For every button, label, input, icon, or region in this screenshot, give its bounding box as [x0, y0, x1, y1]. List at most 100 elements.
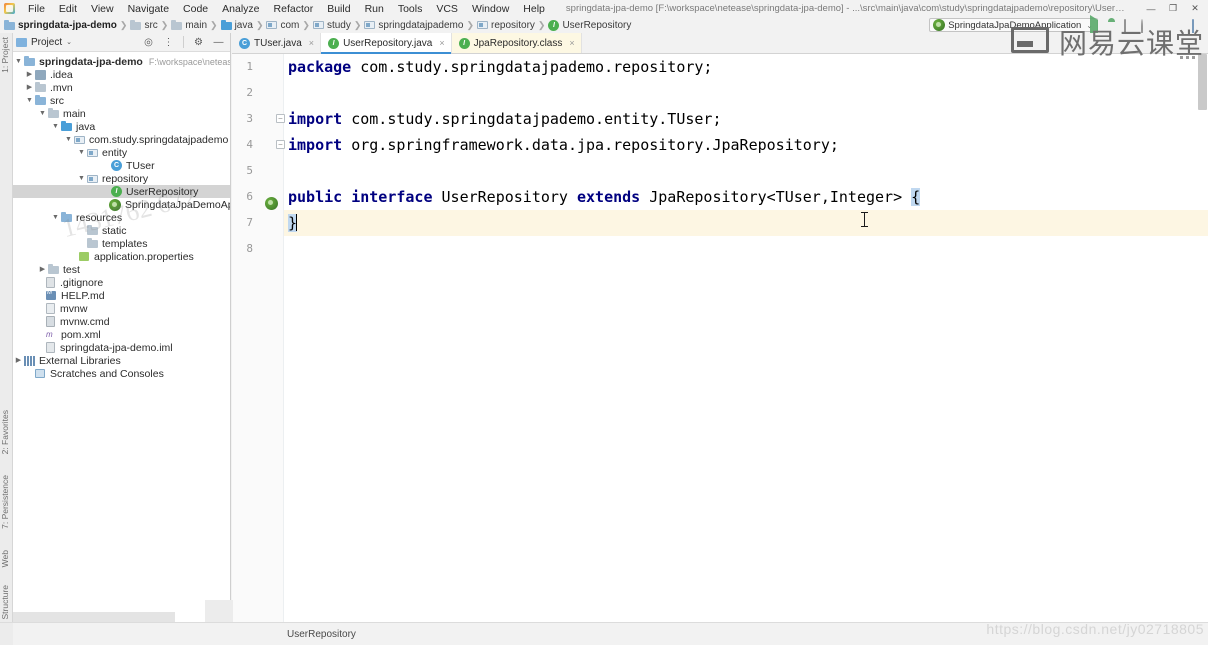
tree-node-test[interactable]: ▶ test	[13, 263, 230, 276]
status-text: UserRepository	[287, 628, 356, 640]
menu-help[interactable]: Help	[516, 2, 552, 16]
spring-bean-icon[interactable]	[265, 197, 278, 210]
menu-edit[interactable]: Edit	[52, 2, 84, 16]
tree-node-iml[interactable]: ▶ springdata-jpa-demo.iml	[13, 341, 230, 354]
tree-node-springdatajpademoapplication[interactable]: ▶ SpringdataJpaDemoApplication	[13, 198, 230, 211]
tree-node-java[interactable]: ▼ java	[13, 120, 230, 133]
tree-node-main[interactable]: ▼ main	[13, 107, 230, 120]
tree-node-tuser[interactable]: ▶ C TUser	[13, 159, 230, 172]
menu-analyze[interactable]: Analyze	[215, 2, 266, 16]
menu-refactor[interactable]: Refactor	[267, 2, 321, 16]
tree-node-label: java	[76, 120, 96, 133]
tree-node-entity[interactable]: ▼ entity	[13, 146, 230, 159]
no-chevron-icon: ▶	[100, 185, 111, 198]
tree-node-mvn[interactable]: ▶ .mvn	[13, 81, 230, 94]
tree-node-application-properties[interactable]: ▶ application.properties	[13, 250, 230, 263]
chevron-down-icon[interactable]: ▼	[50, 211, 61, 224]
expand-collapse-icon[interactable]: ⋮	[163, 37, 174, 48]
tree-node-userrepository[interactable]: ▶ I UserRepository	[13, 185, 230, 198]
tool-window-tab-favorites[interactable]: 2: Favorites	[0, 408, 13, 456]
settings-gear-icon[interactable]: ⚙	[193, 37, 204, 48]
run-icon[interactable]	[1090, 14, 1101, 42]
chevron-right-icon[interactable]: ▶	[37, 263, 48, 276]
tree-node-external-libraries[interactable]: ▶ External Libraries	[13, 354, 230, 367]
chevron-right-icon[interactable]: ▶	[13, 354, 24, 367]
tree-node-src[interactable]: ▼ src	[13, 94, 230, 107]
scrollbar-thumb[interactable]	[1198, 54, 1207, 110]
chevron-down-icon[interactable]: ▼	[76, 146, 87, 159]
menu-build[interactable]: Build	[320, 2, 357, 16]
gitignore-file-icon	[46, 277, 56, 288]
profile-icon[interactable]	[1141, 18, 1152, 38]
maximize-button[interactable]: ❐	[1162, 1, 1184, 16]
tree-node-path: F:\workspace\netease\spring	[148, 56, 230, 67]
editor-tab-label: TUser.java	[254, 37, 302, 49]
maven-xml-icon: m	[46, 330, 53, 339]
tree-node-label: TUser	[126, 159, 155, 172]
menu-run[interactable]: Run	[358, 2, 391, 16]
tree-node-idea[interactable]: ▶ .idea	[13, 68, 230, 81]
hide-icon[interactable]: —	[213, 37, 224, 48]
package-icon	[87, 174, 98, 184]
chevron-down-icon[interactable]: ▼	[13, 55, 24, 68]
menu-window[interactable]: Window	[465, 2, 516, 16]
menu-tools[interactable]: Tools	[391, 2, 430, 16]
menu-code[interactable]: Code	[176, 2, 215, 16]
tree-node-mvnw-cmd[interactable]: ▶ mvnw.cmd	[13, 315, 230, 328]
tree-node-module[interactable]: ▼ springdata-jpa-demo F:\workspace\netea…	[13, 55, 230, 68]
chevron-right-icon[interactable]: ▶	[24, 68, 35, 81]
tree-node-pom-xml[interactable]: ▶ m pom.xml	[13, 328, 230, 341]
chevron-down-icon[interactable]: ▼	[63, 133, 74, 146]
close-button[interactable]: ✕	[1184, 1, 1206, 16]
tree-node-help-md[interactable]: ▶ HELP.md	[13, 289, 230, 302]
close-icon[interactable]: ×	[439, 38, 444, 48]
tool-window-tab-web[interactable]: Web	[0, 548, 13, 569]
marker[interactable]	[1192, 56, 1195, 59]
editor-gutter[interactable]: 1 2 3 4 5 6 7 8 – –	[232, 54, 285, 622]
search-everywhere-icon[interactable]	[1192, 18, 1203, 38]
tree-node-resources[interactable]: ▼ resources	[13, 211, 230, 224]
window-controls: — ❐ ✕	[1140, 0, 1206, 17]
line-number: 5	[246, 164, 253, 177]
tree-node-repository[interactable]: ▼ repository	[13, 172, 230, 185]
tool-window-tab-project[interactable]: 1: Project	[0, 35, 13, 75]
minimize-button[interactable]: —	[1140, 1, 1162, 16]
collapse-all-icon[interactable]: ◎	[143, 37, 154, 48]
run-toolbar-icons	[1090, 14, 1203, 42]
interface-icon: I	[111, 186, 122, 197]
no-chevron-icon: ▶	[24, 367, 35, 380]
menu-view[interactable]: View	[84, 2, 121, 16]
chevron-right-icon[interactable]: ▶	[24, 81, 35, 94]
build-icon[interactable]	[1175, 20, 1186, 31]
debug-icon[interactable]	[1107, 20, 1118, 31]
editor-vertical-scrollbar[interactable]	[1196, 54, 1208, 622]
tree-node-scratches-and-consoles[interactable]: ▶ Scratches and Consoles	[13, 367, 230, 380]
code-text[interactable]: package com.study.springdatajpademo.repo…	[284, 54, 1208, 622]
tree-node-gitignore[interactable]: ▶ .gitignore	[13, 276, 230, 289]
close-icon[interactable]: ×	[309, 38, 314, 48]
interface-decompiled-icon: I	[458, 37, 470, 49]
marker[interactable]	[1180, 56, 1183, 59]
menu-navigate[interactable]: Navigate	[121, 2, 176, 16]
editor-tab-userrepository-java[interactable]: I UserRepository.java ×	[321, 33, 452, 54]
tree-node-static[interactable]: ▶ static	[13, 224, 230, 237]
run-configuration-selector[interactable]: SpringdataJpaDemoApplication ⌄	[929, 18, 1098, 32]
editor-tab-tuser-java[interactable]: C TUser.java ×	[232, 33, 322, 53]
stop-icon[interactable]	[1158, 20, 1169, 31]
chevron-down-icon[interactable]: ▼	[76, 172, 87, 185]
menu-vcs[interactable]: VCS	[429, 2, 465, 16]
tree-node-templates[interactable]: ▶ templates	[13, 237, 230, 250]
close-icon[interactable]: ×	[569, 38, 574, 48]
chevron-down-icon[interactable]: ▼	[50, 120, 61, 133]
marker[interactable]	[1186, 56, 1189, 59]
menu-file[interactable]: File	[21, 2, 52, 16]
editor-tab-jparepository-class[interactable]: I JpaRepository.class ×	[451, 33, 582, 53]
spring-boot-icon	[933, 19, 946, 31]
tool-window-tab-persistence[interactable]: 7: Persistence	[0, 473, 13, 531]
chevron-down-icon[interactable]: ▼	[37, 107, 48, 120]
run-with-coverage-icon[interactable]	[1124, 18, 1135, 38]
chevron-down-icon[interactable]: ▼	[24, 94, 35, 107]
code-editor[interactable]: 1 2 3 4 5 6 7 8 – – package com.study.sp…	[232, 54, 1208, 622]
tree-node-mvnw[interactable]: ▶ mvnw	[13, 302, 230, 315]
tree-node-package-root[interactable]: ▼ com.study.springdatajpademo	[13, 133, 230, 146]
